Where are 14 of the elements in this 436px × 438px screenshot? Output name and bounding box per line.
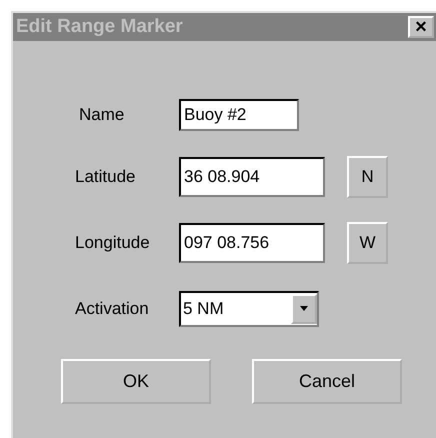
dialog-button[interactable]: OK [61,359,211,404]
window-title: Edit Range Marker [16,16,183,38]
hemisphere-button[interactable]: W [347,222,388,264]
field-label: Name [78,105,126,125]
hemisphere-button[interactable]: N [347,156,388,198]
field-label: Longitude [74,233,151,253]
input-field[interactable]: Buoy #2 [179,99,299,131]
input-field[interactable]: 097 08.756 [179,223,325,263]
input-field[interactable]: 36 08.904 [179,157,325,197]
field-label: Activation [74,299,150,319]
close-button[interactable]: × [408,16,434,38]
field-label: Latitude [74,167,136,187]
dropdown-field[interactable]: 5 NM [179,291,319,327]
dialog-button[interactable]: Cancel [252,359,402,404]
